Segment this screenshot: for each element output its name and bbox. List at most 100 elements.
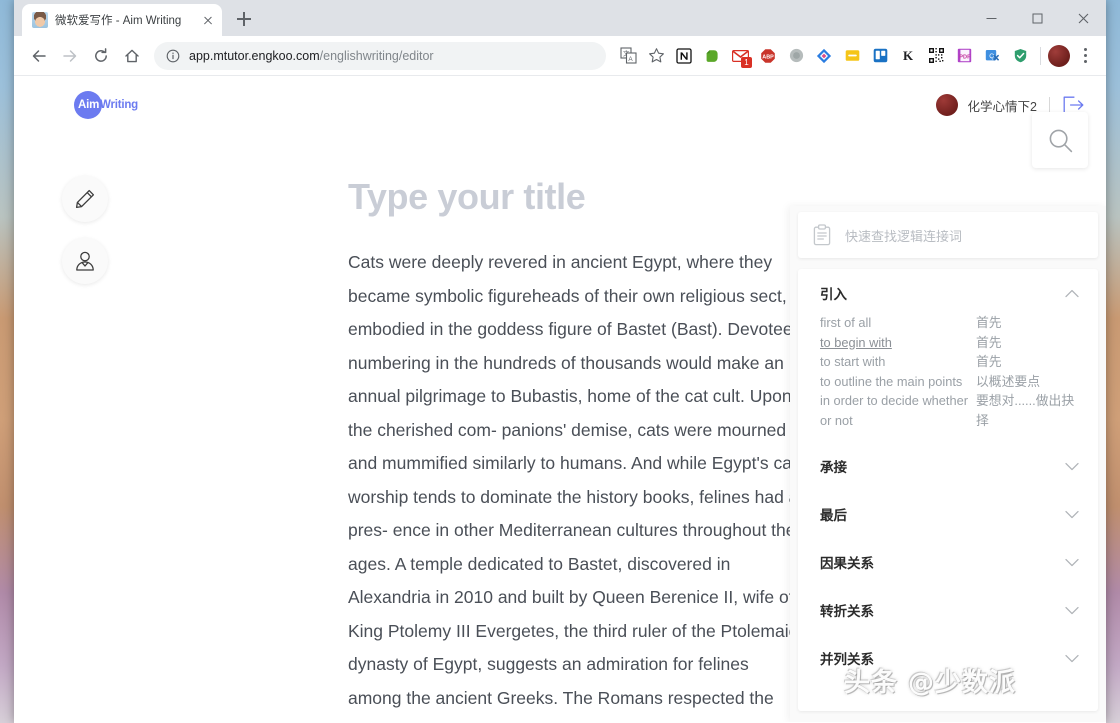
address-bar[interactable]: app.mtutor.engkoo.com/englishwriting/edi…	[154, 41, 606, 70]
logo-aim-text: Aim	[78, 99, 100, 111]
left-rail	[62, 176, 108, 284]
search-button[interactable]	[1032, 112, 1088, 168]
connector-section: 并列关系	[798, 634, 1098, 682]
site-info-icon	[166, 49, 180, 62]
minimize-button[interactable]	[968, 0, 1014, 36]
app-logo[interactable]: Aim Writing	[74, 88, 170, 122]
connector-section-header[interactable]: 因果关系	[798, 538, 1098, 586]
home-button[interactable]	[117, 41, 147, 71]
logo-writing-text: Writing	[100, 99, 138, 111]
connector-section: 因果关系	[798, 538, 1098, 586]
connector-section-title: 并列关系	[820, 652, 874, 667]
extension-icons: 文A 1 ABP	[615, 43, 1098, 69]
close-icon[interactable]	[200, 12, 216, 28]
toolbar-divider	[1040, 46, 1041, 65]
svg-text:A: A	[628, 56, 633, 63]
svg-text:Q: Q	[989, 53, 994, 60]
connector-section-header[interactable]: 并列关系	[798, 634, 1098, 682]
phrase-cn: 首先	[976, 334, 1002, 350]
list-item[interactable]: in order to decide whether or not 要想对...…	[820, 391, 1080, 430]
url-text: app.mtutor.engkoo.com/englishwriting/edi…	[189, 48, 434, 63]
svg-text:PDF: PDF	[959, 54, 971, 60]
phrase-cn: 要想对......做出抉择	[976, 393, 1075, 428]
kami-icon[interactable]: K	[895, 43, 921, 69]
connector-section: 最后	[798, 490, 1098, 538]
document-body-text[interactable]: Cats were deeply revered in ancient Egyp…	[348, 246, 804, 722]
connector-search-input[interactable]: 快速查找逻辑连接词	[798, 212, 1098, 258]
translate-icon[interactable]: 文A	[615, 43, 641, 69]
chevron-down-icon	[1064, 602, 1080, 618]
blue-extension-icon[interactable]: Q	[979, 43, 1005, 69]
phrase-cn: 首先	[976, 354, 1002, 369]
list-item[interactable]: first of all 首先	[820, 313, 1080, 333]
phrase-en: to outline the main points	[820, 373, 963, 389]
chrome-menu-button[interactable]	[1072, 43, 1098, 69]
connector-section-title: 承接	[820, 460, 847, 475]
user-avatar[interactable]	[935, 94, 958, 116]
qr-code-icon[interactable]	[923, 43, 949, 69]
search-icon	[1049, 129, 1072, 152]
phrase-en: first of all	[820, 315, 872, 330]
shield-extension-icon[interactable]	[1007, 43, 1033, 69]
browser-tab[interactable]: 微软爱写作 - Aim Writing	[22, 4, 222, 36]
browser-window: 微软爱写作 - Aim Writing app.mtutor.engkoo.co…	[14, 0, 1106, 723]
connector-section-header[interactable]: 承接	[798, 438, 1098, 490]
phrase-en: to begin with	[820, 334, 892, 350]
phrase-en: to start with	[820, 354, 886, 369]
sidebar-item-edit[interactable]	[62, 176, 108, 222]
connector-section-title: 最后	[820, 508, 847, 523]
connector-phrase-list: first of all 首先 to begin with 首先 to star…	[798, 313, 1098, 438]
close-button[interactable]	[1060, 0, 1106, 36]
maximize-button[interactable]	[1014, 0, 1060, 36]
connector-section: 引入 first of all 首先 to begin with 首先 to s…	[798, 269, 1098, 438]
forward-button[interactable]	[55, 41, 85, 71]
phrase-cn: 首先	[976, 315, 1002, 330]
back-button[interactable]	[24, 41, 54, 71]
list-item[interactable]: to begin with 首先	[820, 333, 1080, 353]
gray-circle-extension-icon[interactable]	[783, 43, 809, 69]
connector-section-header[interactable]: 转折关系	[798, 586, 1098, 634]
profile-avatar[interactable]	[1048, 44, 1070, 67]
svg-text:ABP: ABP	[762, 54, 774, 60]
header-divider	[1049, 96, 1050, 114]
connector-section: 承接	[798, 438, 1098, 490]
diamond-extension-icon[interactable]	[811, 43, 837, 69]
yellow-extension-icon[interactable]	[839, 43, 865, 69]
connector-section-header[interactable]: 引入	[798, 269, 1098, 313]
connector-search-placeholder: 快速查找逻辑连接词	[845, 228, 963, 244]
notion-icon[interactable]	[671, 43, 697, 69]
window-controls	[968, 0, 1106, 36]
list-item[interactable]: to start with 首先	[820, 352, 1080, 372]
trello-icon[interactable]	[867, 43, 893, 69]
pdf-extension-icon[interactable]: PDF	[951, 43, 977, 69]
document-title-input[interactable]: Type your title	[348, 176, 804, 218]
tab-strip: 微软爱写作 - Aim Writing	[14, 0, 1106, 36]
chevron-down-icon	[1064, 554, 1080, 570]
clipboard-icon	[813, 224, 831, 246]
reload-button[interactable]	[86, 41, 116, 71]
chevron-up-icon	[1064, 285, 1080, 301]
browser-toolbar: app.mtutor.engkoo.com/englishwriting/edi…	[14, 36, 1106, 76]
list-item[interactable]: to outline the main points 以概述要点	[820, 372, 1080, 392]
connector-section-header[interactable]: 最后	[798, 490, 1098, 538]
evernote-icon[interactable]	[699, 43, 725, 69]
gmail-icon[interactable]: 1	[727, 43, 753, 69]
tab-title: 微软爱写作 - Aim Writing	[55, 15, 182, 27]
connector-section-list: 引入 first of all 首先 to begin with 首先 to s…	[798, 269, 1098, 711]
app-header: Aim Writing 化学心情下2	[14, 76, 1106, 134]
user-name: 化学心情下2	[967, 99, 1037, 114]
chevron-down-icon	[1064, 458, 1080, 474]
chevron-down-icon	[1064, 650, 1080, 666]
new-tab-button[interactable]	[230, 5, 258, 33]
adblock-plus-icon[interactable]: ABP	[755, 43, 781, 69]
chevron-down-icon	[1064, 506, 1080, 522]
connector-section-title: 转折关系	[820, 604, 874, 619]
connector-section-title: 引入	[820, 287, 847, 302]
phrase-cn: 以概述要点	[976, 373, 1040, 389]
pencil-icon	[75, 189, 95, 209]
connector-section-title: 因果关系	[820, 556, 874, 571]
connector-panel: 快速查找逻辑连接词 引入 first of all 首先 to begin wi…	[790, 206, 1106, 722]
sidebar-item-profile[interactable]	[62, 238, 108, 284]
connector-section: 转折关系	[798, 586, 1098, 634]
bookmark-star-icon[interactable]	[643, 43, 669, 69]
